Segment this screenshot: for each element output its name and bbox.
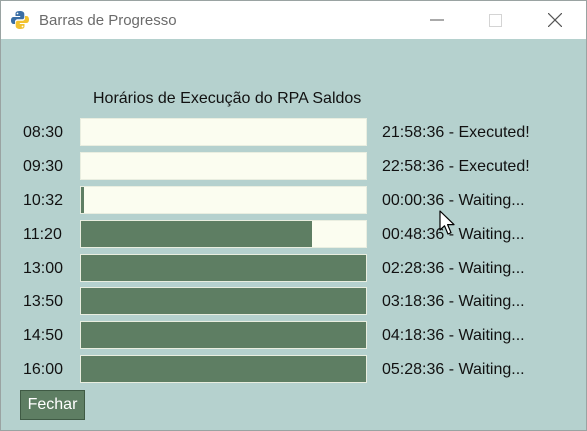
schedule-row: 10:32 00:00:36 - Waiting... xyxy=(1,186,586,216)
time-label: 09:30 xyxy=(23,158,64,175)
progress-bar xyxy=(80,287,367,315)
time-label: 11:20 xyxy=(23,226,62,243)
progress-fill xyxy=(81,255,366,281)
app-window: Barras de Progresso Horários de Execução… xyxy=(0,0,587,431)
schedule-row: 14:50 04:18:36 - Waiting... xyxy=(1,321,586,351)
progress-bar xyxy=(80,118,367,146)
schedule-row: 16:00 05:28:36 - Waiting... xyxy=(1,355,586,385)
progress-bar xyxy=(80,254,367,282)
progress-bar xyxy=(80,152,367,180)
progress-fill xyxy=(81,288,366,314)
title-bar[interactable]: Barras de Progresso xyxy=(1,1,586,39)
progress-fill xyxy=(81,322,366,348)
status-text: 21:58:36 - Executed! xyxy=(382,124,530,141)
schedule-row: 08:30 21:58:36 - Executed! xyxy=(1,118,586,148)
schedule-row: 09:30 22:58:36 - Executed! xyxy=(1,152,586,182)
maximize-icon xyxy=(488,13,502,27)
status-text: 03:18:36 - Waiting... xyxy=(382,293,525,310)
schedule-heading: Horários de Execução do RPA Saldos xyxy=(93,90,362,107)
progress-bar xyxy=(80,220,367,248)
close-window-button[interactable] xyxy=(532,1,578,39)
window-title: Barras de Progresso xyxy=(39,12,177,29)
python-icon xyxy=(11,11,29,29)
close-icon xyxy=(548,13,562,27)
maximize-button[interactable] xyxy=(472,1,518,39)
status-text: 02:28:36 - Waiting... xyxy=(382,260,525,277)
schedule-row: 13:50 03:18:36 - Waiting... xyxy=(1,287,586,317)
status-text: 00:00:36 - Waiting... xyxy=(382,192,525,209)
time-label: 16:00 xyxy=(23,361,64,378)
progress-fill xyxy=(81,221,312,247)
progress-bar xyxy=(80,355,367,383)
minimize-button[interactable] xyxy=(414,1,460,39)
schedule-row: 13:00 02:28:36 - Waiting... xyxy=(1,254,586,284)
close-button[interactable]: Fechar xyxy=(20,390,85,420)
time-label: 13:50 xyxy=(23,293,64,310)
time-label: 14:50 xyxy=(23,327,64,344)
minimize-icon xyxy=(430,19,444,21)
status-text: 05:28:36 - Waiting... xyxy=(382,361,525,378)
schedule-row: 11:20 00:48:36 - Waiting... xyxy=(1,220,586,250)
time-label: 13:00 xyxy=(23,260,64,277)
time-label: 10:32 xyxy=(23,192,64,209)
status-text: 22:58:36 - Executed! xyxy=(382,158,530,175)
time-label: 08:30 xyxy=(23,124,64,141)
progress-fill xyxy=(81,187,84,213)
status-text: 04:18:36 - Waiting... xyxy=(382,327,525,344)
progress-bar xyxy=(80,186,367,214)
mouse-cursor-icon xyxy=(439,210,455,235)
progress-fill xyxy=(81,356,366,382)
progress-bar xyxy=(80,321,367,349)
